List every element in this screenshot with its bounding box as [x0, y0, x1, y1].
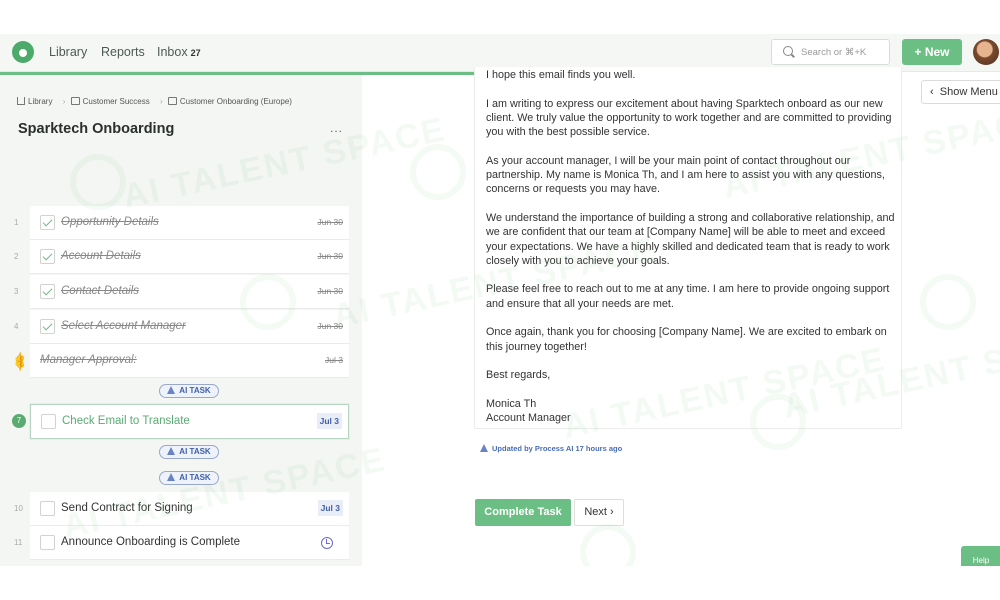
search-icon [783, 46, 793, 56]
task-due-date: Jul 3 [317, 500, 343, 516]
task-checkbox[interactable] [41, 414, 56, 429]
task-due-date: Jul 3 [316, 413, 342, 429]
nav-inbox[interactable]: Inbox 27 [157, 45, 201, 59]
task-number: 11 [14, 538, 23, 547]
nav-inbox-label: Inbox [157, 45, 188, 59]
task-due-date: Jun 30 [317, 217, 343, 227]
chevron-right-icon: › [610, 506, 614, 518]
task-label: Account Details [61, 250, 141, 262]
next-label: Next [584, 506, 607, 518]
task-label: Contact Details [61, 285, 139, 297]
ai-task-label: AI TASK [179, 473, 211, 482]
watermark-logo-icon [920, 274, 976, 330]
thumbs-up-down-icon: 👍 👎 [14, 352, 26, 371]
ai-task-badge: AI TASK [159, 445, 219, 459]
task-label: Check Email to Translate [62, 415, 190, 427]
task-row[interactable]: 4 Select Account Manager Jun 30 [14, 310, 349, 344]
chevron-right-icon: › [62, 97, 66, 106]
signature-name: Monica Th [486, 397, 537, 410]
email-closing: Best regards, [486, 369, 551, 382]
task-label: Announce Onboarding is Complete [61, 536, 241, 548]
email-paragraph: Once again, thank you for choosing [Comp… [486, 326, 887, 353]
task-number: 3 [14, 287, 19, 296]
flask-icon [167, 447, 176, 455]
flask-icon [167, 386, 176, 394]
email-paragraph: Please feel free to reach out to me at a… [486, 283, 890, 310]
task-number: 1 [14, 218, 19, 227]
ai-task-label: AI TASK [179, 386, 211, 395]
nav-reports[interactable]: Reports [101, 45, 145, 59]
task-due-date: Jun 30 [317, 251, 343, 261]
next-button[interactable]: Next › [574, 499, 624, 526]
task-label: Opportunity Details [61, 216, 159, 228]
new-button[interactable]: + New [902, 39, 962, 65]
task-checkbox[interactable] [40, 284, 55, 299]
task-number-active: 7 [12, 414, 26, 428]
flask-icon [167, 473, 176, 481]
task-row[interactable]: 11 Announce Onboarding is Complete [14, 526, 349, 560]
ai-task-label: AI TASK [179, 447, 211, 456]
email-body: I hope this email finds you well. I am w… [486, 68, 896, 425]
breadcrumb: Library › Customer Success › Customer On… [17, 97, 295, 106]
task-row-approval[interactable]: 👍 👎 Manager Approval: Jul 3 [14, 344, 349, 378]
watermark-logo-icon [580, 524, 636, 566]
task-number: 2 [14, 252, 19, 261]
search-placeholder: Search or ⌘+K [801, 47, 867, 58]
ai-task-badge: AI TASK [159, 471, 219, 485]
task-row[interactable]: 1 Opportunity Details Jun 30 [14, 206, 349, 240]
task-row-active[interactable]: 7 Check Email to Translate Jul 3 [12, 404, 349, 439]
clock-icon [321, 537, 333, 549]
search-input[interactable]: Search or ⌘+K [771, 39, 890, 65]
chevron-right-icon: › [159, 97, 163, 106]
help-button[interactable]: Help [961, 546, 1000, 566]
task-checkbox[interactable] [40, 535, 55, 550]
task-label: Send Contract for Signing [61, 502, 193, 514]
signature-title: Account Manager [486, 412, 571, 425]
updated-text: Updated by Process AI 17 hours ago [492, 444, 623, 453]
complete-task-button[interactable]: Complete Task [475, 499, 571, 526]
email-content-card: I hope this email finds you well. I am w… [474, 67, 902, 429]
app-window: Library Reports Inbox 27 Search or ⌘+K + … [0, 34, 1000, 566]
task-due-date: Jun 30 [317, 321, 343, 331]
breadcrumb-customer-success[interactable]: Customer Success [83, 97, 150, 106]
task-label: Select Account Manager [61, 320, 186, 332]
inbox-count-badge: 27 [190, 48, 201, 58]
chevron-left-icon: ‹ [930, 86, 934, 98]
task-checkbox[interactable] [40, 215, 55, 230]
email-paragraph: As your account manager, I will be your … [486, 154, 885, 196]
app-logo-icon[interactable] [12, 41, 34, 63]
task-number: 4 [14, 322, 19, 331]
nav-library[interactable]: Library [49, 45, 87, 59]
breadcrumb-library[interactable]: Library [28, 97, 52, 106]
more-options-button[interactable]: ... [330, 121, 343, 135]
email-paragraph: I am writing to express our excitement a… [486, 97, 892, 139]
template-icon [167, 97, 177, 105]
task-checkbox[interactable] [40, 249, 55, 264]
task-due-date: Jul 3 [325, 355, 343, 365]
flask-icon [480, 444, 488, 452]
folder-icon [70, 97, 80, 105]
watermark-logo-icon [410, 144, 466, 200]
ai-task-badge: AI TASK [159, 384, 219, 398]
user-avatar[interactable] [973, 39, 999, 65]
email-paragraph: We understand the importance of building… [486, 211, 895, 267]
task-checkbox[interactable] [40, 319, 55, 334]
show-menu-label: Show Menu [939, 86, 998, 98]
task-due-date: Jun 30 [317, 286, 343, 296]
breadcrumb-template[interactable]: Customer Onboarding (Europe) [180, 97, 292, 106]
task-checkbox[interactable] [40, 501, 55, 516]
email-paragraph: I hope this email finds you well. [486, 69, 636, 81]
task-row[interactable]: 2 Account Details Jun 30 [14, 240, 349, 274]
home-icon [17, 97, 25, 105]
show-menu-button[interactable]: ‹ Show Menu [921, 80, 1000, 104]
task-row[interactable]: 3 Contact Details Jun 30 [14, 275, 349, 309]
checklist-sidebar: Library › Customer Success › Customer On… [0, 75, 362, 566]
task-number: 10 [14, 504, 23, 513]
task-row[interactable]: 10 Send Contract for Signing Jul 3 [14, 492, 349, 526]
updated-by-ai-note: Updated by Process AI 17 hours ago [480, 444, 622, 453]
page-title: Sparktech Onboarding [18, 121, 175, 137]
task-label: Manager Approval: [40, 354, 137, 366]
